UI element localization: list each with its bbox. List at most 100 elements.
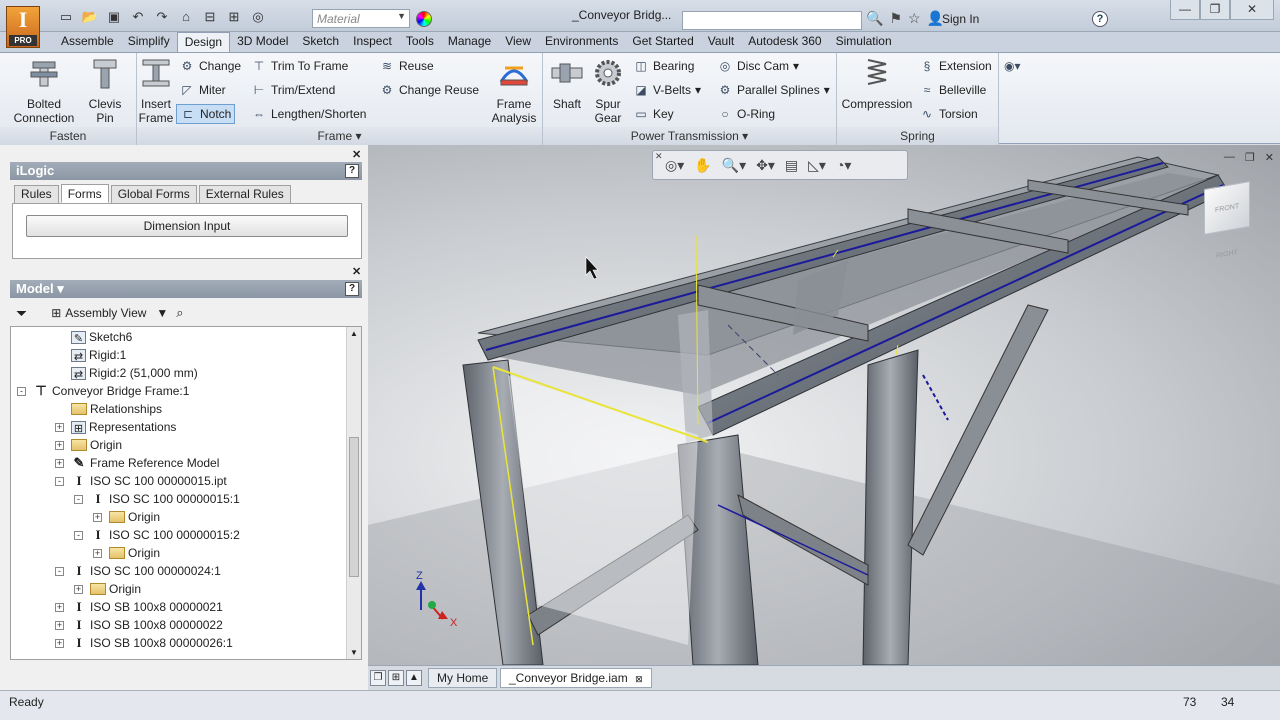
collapse-icon[interactable]: - — [55, 566, 64, 576]
tab-rules[interactable]: Rules — [14, 185, 59, 204]
collapse-icon[interactable]: - — [17, 386, 26, 396]
save-icon[interactable]: ▣ — [104, 9, 124, 25]
graphics-viewport[interactable]: Z X ✕ ◎▾ ✋ 🔍▾ ✥▾ ▤ ◺▾ ◔▾ FRONT RIGHT — ❐… — [368, 145, 1280, 665]
model-panel-header[interactable]: Model ▾ ? — [10, 280, 362, 298]
minimize-icon[interactable]: — — [1224, 151, 1235, 164]
tab-global-forms[interactable]: Global Forms — [110, 185, 197, 204]
shaft-button[interactable]: Shaft — [547, 56, 587, 111]
update-icon[interactable]: ◎ — [248, 9, 268, 25]
dimension-input-button[interactable]: Dimension Input — [26, 215, 348, 237]
tab-design[interactable]: Design — [176, 32, 231, 52]
pan-icon[interactable]: ✋ — [694, 157, 711, 174]
tab-inspect[interactable]: Inspect — [346, 32, 399, 52]
tab-external-rules[interactable]: External Rules — [198, 185, 291, 204]
tab-3d-model[interactable]: 3D Model — [230, 32, 295, 52]
expand-icon[interactable]: + — [55, 602, 64, 612]
appearance-icon[interactable] — [416, 11, 432, 27]
reuse-button[interactable]: ≋ Reuse — [379, 56, 434, 76]
view-cube[interactable]: FRONT RIGHT — [1204, 180, 1250, 260]
tab-my-home[interactable]: My Home — [428, 668, 498, 688]
frame-group-label[interactable]: Frame ▾ — [137, 127, 542, 145]
parallel-splines-button[interactable]: ⚙ Parallel Splines ▾ — [717, 80, 830, 100]
notch-button[interactable]: ⊏ Notch — [176, 104, 236, 124]
tree-row[interactable]: + I ISO SB 100x8 00000026:1 — [55, 634, 233, 652]
application-menu-button[interactable]: I PRO — [6, 6, 40, 48]
key-button[interactable]: ▭ Key — [633, 104, 673, 124]
tree-row[interactable]: + ⊞ Representations — [55, 418, 176, 436]
expand-icon[interactable]: + — [55, 440, 64, 450]
tab-manage[interactable]: Manage — [441, 32, 498, 52]
clevis-pin-button[interactable]: Clevis Pin — [84, 56, 126, 125]
tile-windows-icon[interactable]: ⊞ — [388, 670, 404, 686]
expand-icon[interactable]: + — [55, 458, 64, 468]
scroll-up-icon[interactable]: ▲ — [350, 329, 358, 338]
tree-row[interactable]: + Origin — [74, 580, 141, 598]
tree-row[interactable]: ⇄ Rigid:1 — [55, 346, 126, 364]
undo-icon[interactable]: ↶ — [128, 9, 148, 25]
view-options-icon[interactable]: ◔▾ — [836, 157, 851, 174]
orbit-icon[interactable]: ✥▾ — [756, 157, 775, 174]
search-input[interactable] — [682, 11, 862, 30]
cascade-windows-icon[interactable]: ❐ — [370, 670, 386, 686]
collapse-icon[interactable]: - — [74, 530, 83, 540]
help-icon[interactable]: ? — [1092, 11, 1108, 27]
new-icon[interactable]: ▭ — [56, 9, 76, 25]
tree-row[interactable]: Relationships — [55, 400, 162, 418]
close-icon[interactable]: ⊠ — [635, 674, 643, 684]
close-icon[interactable]: ✕ — [352, 265, 361, 278]
filter-icon[interactable]: ⏷ — [16, 305, 27, 322]
disc-cam-button[interactable]: ◎ Disc Cam ▾ — [717, 56, 799, 76]
tree-row[interactable]: - I ISO SC 100 00000024:1 — [55, 562, 221, 580]
scroll-down-icon[interactable]: ▼ — [350, 648, 358, 657]
tab-tools[interactable]: Tools — [399, 32, 441, 52]
tree-row[interactable]: + I ISO SB 100x8 00000022 — [55, 616, 223, 634]
collapse-icon[interactable]: - — [55, 476, 64, 486]
tab-conveyor-bridge[interactable]: _Conveyor Bridge.iam ⊠ — [500, 668, 652, 688]
close-icon[interactable]: ✕ — [1265, 151, 1274, 164]
expand-icon[interactable]: + — [55, 620, 64, 630]
sign-in-button[interactable]: Sign In — [942, 12, 979, 26]
tree-scrollbar[interactable]: ▲ ▼ — [346, 327, 361, 659]
tab-autodesk-360[interactable]: Autodesk 360 — [741, 32, 828, 52]
minimize-icon[interactable]: — — [1170, 0, 1200, 20]
tab-simulation[interactable]: Simulation — [829, 32, 899, 52]
frame-analysis-button[interactable]: Frame Analysis — [489, 56, 539, 125]
power-transmission-group-label[interactable]: Power Transmission ▾ — [543, 127, 836, 145]
help-icon[interactable]: ? — [345, 282, 359, 296]
tab-simplify[interactable]: Simplify — [121, 32, 177, 52]
change-reuse-button[interactable]: ⚙ Change Reuse — [379, 80, 479, 100]
spur-gear-button[interactable]: Spur Gear — [589, 56, 627, 125]
tree-row[interactable]: ✎ Sketch6 — [55, 328, 132, 346]
open-icon[interactable]: 📂 — [80, 9, 100, 25]
tree-row[interactable]: - I ISO SC 100 00000015:1 — [74, 490, 240, 508]
tree-row[interactable]: + Origin — [93, 508, 160, 526]
redo-icon[interactable]: ↷ — [152, 9, 172, 25]
tree-row[interactable]: + ✎ Frame Reference Model — [55, 454, 219, 472]
expand-icon[interactable]: + — [74, 584, 83, 594]
help-icon[interactable]: ? — [345, 164, 359, 178]
arrange-up-icon[interactable]: ▲ — [406, 670, 422, 686]
lengthen-shorten-button[interactable]: ⇔ Lengthen/Shorten — [251, 104, 366, 124]
search-icon[interactable]: 🔍 — [866, 10, 883, 27]
select-icon[interactable]: ⊞ — [224, 9, 244, 25]
change-button[interactable]: ⚙ Change — [179, 56, 241, 76]
insert-frame-button[interactable]: Insert Frame — [137, 56, 175, 125]
tab-vault[interactable]: Vault — [701, 32, 741, 52]
tree-row[interactable]: + Origin — [55, 436, 122, 454]
bearing-button[interactable]: ◫ Bearing — [633, 56, 694, 76]
tab-environments[interactable]: Environments — [538, 32, 625, 52]
v-belts-button[interactable]: ◪ V-Belts ▾ — [633, 80, 701, 100]
ribbon-options-button[interactable]: ◉▾ — [1004, 56, 1021, 76]
tree-row[interactable]: + I ISO SB 100x8 00000021 — [55, 598, 223, 616]
expand-icon[interactable]: + — [55, 422, 64, 432]
tree-row[interactable]: + Origin — [93, 544, 160, 562]
close-icon[interactable]: ✕ — [1230, 0, 1274, 20]
look-at-icon[interactable]: ▤ — [785, 157, 798, 174]
tab-assemble[interactable]: Assemble — [54, 32, 121, 52]
return-icon[interactable]: ⊟ — [200, 9, 220, 25]
restore-icon[interactable]: ❐ — [1200, 0, 1230, 20]
material-dropdown[interactable]: Material ▼ — [312, 9, 410, 28]
collapse-icon[interactable]: - — [74, 494, 83, 504]
binoculars-icon[interactable]: ⌕ — [176, 305, 183, 321]
scroll-thumb[interactable] — [349, 437, 359, 577]
